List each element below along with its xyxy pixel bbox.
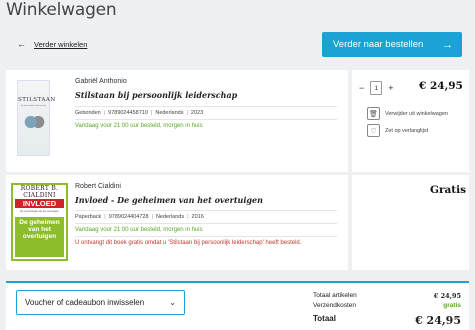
arrow-right-icon: → [442,38,453,51]
page-title: Winkelwagen [6,0,117,20]
item-year: 2023 [190,110,204,116]
item-price: Gratis [430,184,467,196]
total-value: € 24,95 [415,314,461,327]
remove-label: Verwijder uit winkelwagen [385,110,448,117]
add-to-wishlist-button[interactable]: ♡ Zet op verlanglijst [367,124,428,137]
decrease-quantity-button[interactable]: − [359,83,364,93]
summary-total-items: Totaal artikelen € 24,95 [313,292,461,300]
item-title[interactable]: Stilstaan bij persoonlijk leiderschap [75,90,237,100]
cover-author: ROBERT B. CIALDINI [20,185,59,199]
item-format: Paperback [75,214,102,220]
item-meta: Gebonden | 9789024458710 | Nederlands | 202… [75,110,204,116]
cover-text: De geheimen van het overtuigen [15,217,64,257]
item-availability: Vandaag voor 21:00 uur besteld, morgen i… [75,123,203,129]
cover-title: STILSTAAN [18,97,56,103]
item-isbn: 9789024404728 [108,214,149,220]
item-meta: Paperback | 9789024404728 | Nederlands | 20… [75,214,204,220]
proceed-to-checkout-button[interactable]: Verder naar bestellen → [322,32,462,57]
brain-illustration [22,111,47,133]
summary-total: Totaal € 24,95 [313,314,461,327]
proceed-to-checkout-label: Verder naar bestellen [333,39,424,50]
item-year: 2016 [191,214,204,220]
item-format: Gebonden [75,110,101,116]
item-author[interactable]: Gabriël Anthonio [75,78,127,85]
cart-item [6,70,348,172]
book-cover-image[interactable]: ROBERT B. CIALDINI INVLOED De psychologi… [11,183,68,261]
total-items-label: Totaal artikelen [313,292,357,299]
item-author[interactable]: Robert Cialdini [75,183,121,190]
divider [75,119,337,120]
total-items-value: € 24,95 [433,292,461,300]
voucher-dropdown[interactable]: Voucher of cadeaubon inwisselen ⌄ [16,290,185,315]
item-availability: Vandaag voor 21:00 uur besteld, morgen i… [75,227,203,233]
cover-subtitle: De psychologie van het overtuigen [20,210,59,213]
item-isbn: 9789024458710 [108,110,148,116]
cover-title: INVLOED [15,199,64,208]
voucher-label: Voucher of cadeaubon inwisselen [25,298,145,307]
divider [75,106,337,107]
divider [75,210,337,211]
heart-icon: ♡ [367,124,380,137]
cover-subtitle: bij persoonlijk leiderschap [20,105,47,107]
remove-from-cart-button[interactable]: 🗑 Verwijder uit winkelwagen [367,107,448,120]
free-gift-note: U ontvangt dit boek gratis omdat u 'Stil… [75,240,302,246]
quantity-input[interactable]: 1 [370,81,383,95]
quantity-stepper: − 1 + [359,81,394,95]
wishlist-label: Zet op verlanglijst [385,127,429,134]
item-language: Nederlands [155,110,184,116]
item-price: € 24,95 [419,80,463,92]
item-title[interactable]: Invloed - De geheimen van het overtuigen [75,195,263,205]
trash-icon: 🗑 [367,107,380,120]
divider [75,223,337,224]
divider [75,236,337,237]
continue-shopping-link[interactable]: ← Verder winkelen [17,39,87,49]
item-language: Nederlands [155,214,185,220]
arrow-left-icon: ← [17,39,26,49]
total-label: Totaal [313,314,336,323]
shipping-label: Verzendkosten [313,302,357,309]
continue-shopping-label: Verder winkelen [34,39,88,49]
summary-shipping: Verzendkosten gratis [313,302,461,309]
chevron-down-icon: ⌄ [169,298,176,307]
shipping-value: gratis [443,302,461,309]
book-cover-image[interactable]: STILSTAAN bij persoonlijk leiderschap [17,80,56,156]
increase-quantity-button[interactable]: + [388,83,393,93]
